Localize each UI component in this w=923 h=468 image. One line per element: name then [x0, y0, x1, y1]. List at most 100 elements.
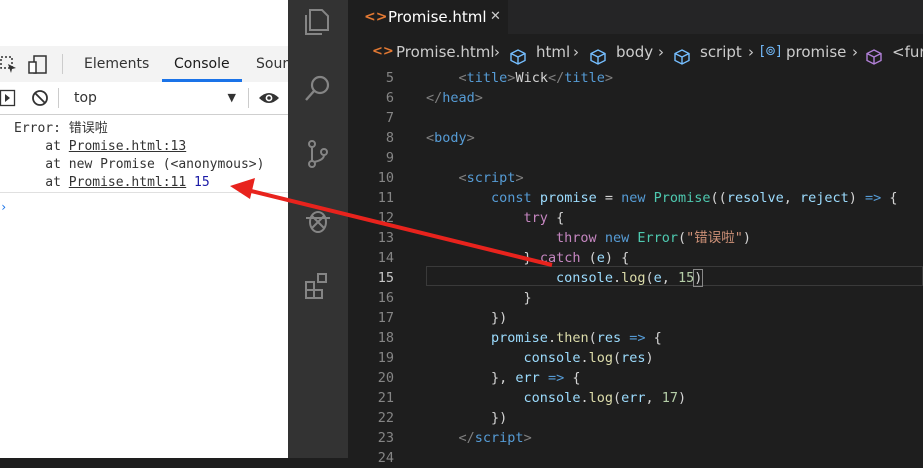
- extensions-icon[interactable]: [302, 270, 334, 302]
- breadcrumb-file[interactable]: Promise.html: [396, 36, 495, 68]
- devtools-tabbar: Elements Console Sour: [0, 46, 288, 83]
- punctuation: {: [645, 330, 662, 346]
- punctuation: {: [547, 210, 565, 226]
- punctuation: ): [848, 190, 866, 206]
- chevron-right-icon: ›: [748, 43, 754, 61]
- arrow-operator: =>: [547, 370, 565, 386]
- code-line: const promise = new Promise((resolve, re…: [426, 188, 898, 208]
- operator: =: [596, 190, 622, 206]
- parameter: res: [596, 330, 622, 346]
- tag-bracket: <: [458, 70, 467, 86]
- identifier: promise: [539, 190, 597, 206]
- tab-elements[interactable]: Elements: [84, 56, 149, 72]
- breadcrumb-script[interactable]: script: [700, 36, 742, 68]
- punctuation: {: [881, 190, 898, 206]
- line-number: 14: [377, 250, 394, 266]
- punctuation: ): [645, 350, 654, 366]
- matched-bracket: ): [693, 269, 704, 287]
- line-number: 16: [377, 290, 394, 306]
- function-name: log: [621, 270, 646, 286]
- console-toolbar: top ▼: [0, 82, 288, 115]
- line-number: 17: [377, 310, 394, 326]
- punctuation: },: [491, 370, 516, 386]
- breadcrumb-promise[interactable]: promise: [786, 36, 846, 68]
- tag-name: script: [466, 170, 516, 186]
- identifier: res: [621, 350, 646, 366]
- code-line-current: console.log(e, 15): [426, 268, 704, 288]
- tag-bracket: <: [426, 130, 435, 146]
- chevron-right-icon: ›: [573, 43, 579, 61]
- breadcrumb-html[interactable]: html: [536, 36, 570, 68]
- tag-name: script: [474, 430, 524, 446]
- arrow-operator: =>: [629, 330, 646, 346]
- toolbar-divider: [248, 88, 249, 108]
- html-file-icon: <>: [372, 44, 394, 59]
- punctuation: .: [580, 390, 589, 406]
- parameter: e: [596, 250, 605, 266]
- devtools-panel: Elements Console Sour top ▼ Error: 错误啦 a…: [0, 0, 288, 458]
- tab-promise-html[interactable]: <> Promise.html ✕: [348, 0, 508, 34]
- line-number: 5: [385, 70, 394, 86]
- tag-bracket: </: [426, 90, 443, 106]
- identifier: console: [523, 390, 581, 406]
- breadcrumb-body[interactable]: body: [616, 36, 653, 68]
- code-line: }): [426, 308, 507, 328]
- code-line: } catch (e) {: [426, 248, 630, 268]
- code-line: <title>Wick</title>: [426, 68, 613, 88]
- code-line: </head>: [426, 88, 483, 108]
- number-literal: 17: [661, 390, 679, 406]
- line-number: 24: [377, 450, 394, 466]
- code-line: }: [426, 288, 532, 308]
- code-line: try {: [426, 208, 565, 228]
- tag-bracket: >: [523, 430, 532, 446]
- class-name: Error: [637, 230, 678, 246]
- device-toolbar-icon[interactable]: [28, 55, 48, 78]
- inspect-element-icon[interactable]: [0, 56, 18, 77]
- console-prompt-icon[interactable]: ›: [0, 200, 7, 214]
- source-control-icon[interactable]: [302, 138, 334, 170]
- source-link-13[interactable]: Promise.html:13: [69, 139, 186, 154]
- text-content: Wick: [515, 70, 548, 86]
- tag-bracket: </: [458, 430, 475, 446]
- punctuation: (: [588, 330, 597, 346]
- line-number: 21: [377, 390, 394, 406]
- context-selector[interactable]: top ▼: [66, 87, 242, 109]
- chevron-right-icon: ›: [658, 43, 664, 61]
- line-number: 23: [377, 430, 394, 446]
- close-icon[interactable]: ✕: [490, 0, 501, 34]
- punctuation: }: [523, 250, 532, 266]
- punctuation: .: [547, 330, 557, 346]
- tag-bracket: >: [515, 170, 524, 186]
- caret-down-icon: ▼: [227, 91, 236, 104]
- tab-divider: [62, 54, 63, 74]
- run-debug-icon[interactable]: [302, 204, 334, 236]
- breadcrumb-function[interactable]: <fur: [892, 36, 923, 68]
- identifier: e: [653, 270, 662, 286]
- tab-console[interactable]: Console: [174, 56, 230, 72]
- activity-bar: [288, 0, 348, 458]
- parameter: err: [515, 370, 540, 386]
- show-sidebar-icon[interactable]: [0, 89, 16, 110]
- cube-icon: [510, 44, 526, 68]
- code-editor[interactable]: 5 6 7 8 9 10 11 12 13 14 15 16 17 18 19 …: [348, 68, 923, 466]
- console-divider: [0, 192, 288, 193]
- explorer-icon[interactable]: [302, 6, 334, 38]
- cube-icon: [674, 44, 690, 68]
- tab-sources[interactable]: Sour: [256, 56, 288, 72]
- clear-console-icon[interactable]: [31, 89, 49, 110]
- search-icon[interactable]: [302, 72, 334, 104]
- keyword: catch: [539, 250, 581, 266]
- tag-name: title: [564, 70, 605, 86]
- source-link-11[interactable]: Promise.html:11: [69, 175, 186, 190]
- code-line: console.log(err, 17): [426, 388, 687, 408]
- eye-icon[interactable]: [258, 90, 280, 109]
- tag-bracket: <: [458, 170, 467, 186]
- stack-prefix: at: [14, 175, 69, 190]
